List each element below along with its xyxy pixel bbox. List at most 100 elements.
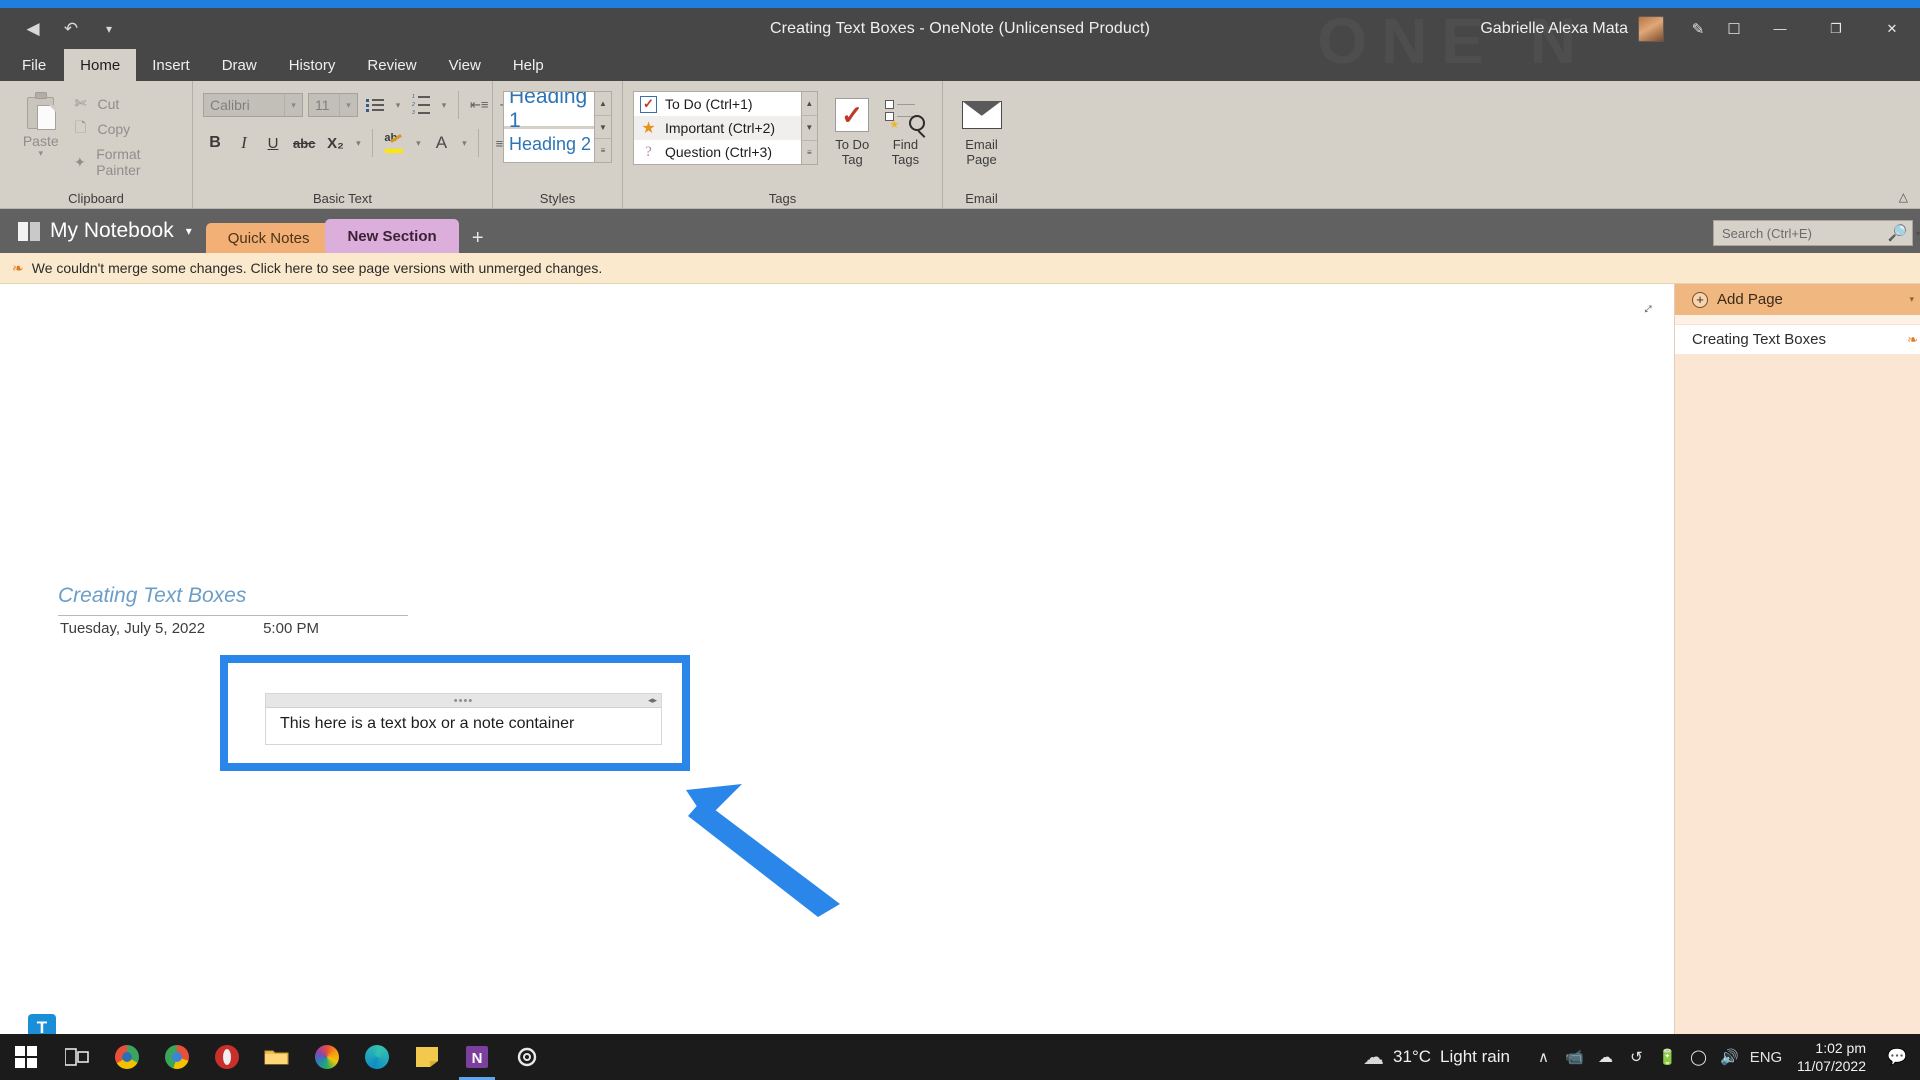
onedrive-icon[interactable]: ☁ — [1590, 1034, 1621, 1080]
file-explorer-icon[interactable] — [252, 1034, 302, 1080]
find-tags-button[interactable]: ★ Find Tags — [879, 91, 932, 167]
chevron-down-icon[interactable]: ▾ — [339, 94, 357, 116]
chrome-icon[interactable] — [152, 1034, 202, 1080]
ribbon-tab-insert[interactable]: Insert — [136, 49, 206, 81]
chevron-down-icon[interactable]: ▾ — [186, 224, 192, 238]
ribbon-tab-review[interactable]: Review — [351, 49, 432, 81]
clock[interactable]: 1:02 pm 11/07/2022 — [1787, 1039, 1880, 1075]
chrome-beta-icon[interactable] — [102, 1034, 152, 1080]
note-container-text[interactable]: This here is a text box or a note contai… — [266, 708, 661, 744]
resize-arrows-icon[interactable]: ◂▸ — [648, 695, 657, 706]
opera-icon[interactable] — [202, 1034, 252, 1080]
undo-icon[interactable]: ↶ — [56, 14, 86, 44]
add-page-button[interactable]: + Add Page ▾ — [1675, 284, 1920, 315]
minimize-button[interactable]: — — [1752, 8, 1808, 49]
tags-gallery[interactable]: ✓ To Do (Ctrl+1) ★ Important (Ctrl+2) ? … — [633, 91, 802, 165]
font-name-input[interactable]: Calibri ▾ — [203, 93, 303, 117]
ribbon-tab-file[interactable]: File — [0, 49, 64, 81]
tag-item-important[interactable]: ★ Important (Ctrl+2) — [634, 116, 801, 140]
start-button[interactable] — [0, 1034, 52, 1080]
note-container-grip[interactable]: •••• ◂▸ — [266, 694, 661, 708]
ribbon-tab-help[interactable]: Help — [497, 49, 560, 81]
cut-button[interactable]: ✄ Cut — [72, 95, 183, 112]
chevron-down-icon[interactable]: ▾ — [284, 94, 302, 116]
close-button[interactable]: ✕ — [1864, 8, 1920, 49]
paint-icon[interactable] — [302, 1034, 352, 1080]
tag-item-question[interactable]: ? Question (Ctrl+3) — [634, 140, 801, 164]
merge-warning-bar[interactable]: ❧ We couldn't merge some changes. Click … — [0, 253, 1920, 284]
to-do-tag-button[interactable]: ✓ To Do Tag — [826, 91, 879, 167]
font-color-caret-icon[interactable]: ▾ — [458, 138, 470, 149]
numbering-caret-icon[interactable]: ▾ — [438, 100, 450, 111]
tray-overflow-icon[interactable]: ∧ — [1528, 1034, 1559, 1080]
back-arrow-icon[interactable]: ◀ — [18, 14, 48, 44]
numbering-icon[interactable]: 1 2 3 — [409, 92, 433, 118]
font-color-icon[interactable]: A — [429, 130, 453, 156]
decrease-indent-icon[interactable]: ⇤≡ — [467, 92, 491, 118]
weather-widget[interactable]: ☁ 31°C Light rain — [1363, 1045, 1528, 1070]
font-size-input[interactable]: 11 ▾ — [308, 93, 358, 117]
collapse-ribbon-icon[interactable]: △ — [1899, 190, 1908, 204]
tags-more-icon[interactable]: ≡ — [802, 141, 817, 164]
ribbon-tab-history[interactable]: History — [273, 49, 352, 81]
add-section-button[interactable]: + — [461, 223, 495, 253]
battery-icon[interactable]: 🔋 — [1652, 1034, 1683, 1080]
notification-center-icon[interactable]: 💬 — [1880, 1034, 1914, 1080]
chevron-down-icon[interactable]: ▾ — [1909, 294, 1914, 305]
ribbon-tab-draw[interactable]: Draw — [206, 49, 273, 81]
paste-button[interactable]: Paste ▾ — [10, 87, 72, 158]
strikethrough-button[interactable]: abc — [290, 130, 318, 156]
subscript-caret-icon[interactable]: ▾ — [352, 138, 364, 149]
edge-icon[interactable] — [352, 1034, 402, 1080]
scroll-up-icon[interactable]: ▲ — [595, 92, 611, 116]
onenote-icon[interactable]: N — [452, 1034, 502, 1080]
text-highlight-icon[interactable]: ab — [381, 130, 407, 156]
page-canvas[interactable]: ↕ Creating Text Boxes Tuesday, July 5, 2… — [0, 284, 1674, 1048]
full-page-view-icon[interactable]: ↕ — [1639, 300, 1658, 318]
customize-quick-access-icon[interactable]: ▾ — [94, 14, 124, 44]
notebook-selector[interactable]: My Notebook ▾ — [0, 209, 206, 253]
avatar[interactable] — [1638, 15, 1664, 42]
page-title[interactable]: Creating Text Boxes — [58, 584, 408, 616]
language-indicator[interactable]: ENG — [1745, 1034, 1787, 1080]
highlight-caret-icon[interactable]: ▾ — [412, 138, 424, 149]
maximize-button[interactable]: ❐ — [1808, 8, 1864, 49]
meet-now-icon[interactable]: 📹 — [1559, 1034, 1590, 1080]
search-scope-caret-icon[interactable]: ▾ — [1916, 229, 1920, 238]
ribbon-tab-home[interactable]: Home — [64, 49, 137, 81]
account-name[interactable]: Gabrielle Alexa Mata — [1480, 20, 1638, 38]
underline-button[interactable]: U — [261, 130, 285, 156]
bullets-caret-icon[interactable]: ▾ — [392, 100, 404, 111]
bullets-icon[interactable] — [363, 92, 387, 118]
task-view-icon[interactable] — [52, 1034, 102, 1080]
wifi-icon[interactable]: ◯ — [1683, 1034, 1714, 1080]
email-page-button[interactable]: Email Page — [953, 91, 1010, 167]
style-heading-1[interactable]: Heading 1 — [504, 92, 594, 132]
settings-icon[interactable] — [502, 1034, 552, 1080]
sticky-notes-icon[interactable] — [402, 1034, 452, 1080]
tags-gallery-scrollbar[interactable]: ▲ ▼ ≡ — [801, 91, 818, 165]
help-icon[interactable]: ☐ — [1716, 8, 1752, 49]
section-tab-quick-notes[interactable]: Quick Notes — [205, 223, 332, 253]
windows-update-icon[interactable]: ↺ — [1621, 1034, 1652, 1080]
format-painter-button[interactable]: ✦ Format Painter — [72, 146, 183, 178]
scroll-down-icon[interactable]: ▼ — [801, 116, 817, 141]
tag-item-todo[interactable]: ✓ To Do (Ctrl+1) — [634, 92, 801, 116]
section-tab-new-section[interactable]: New Section — [325, 219, 459, 253]
styles-gallery[interactable]: Heading 1 Heading 2 — [503, 91, 595, 163]
bold-button[interactable]: B — [203, 130, 227, 156]
styles-more-icon[interactable]: ≡ — [595, 139, 611, 162]
subscript-button[interactable]: X₂ — [323, 130, 347, 156]
scroll-up-icon[interactable]: ▲ — [801, 92, 817, 117]
ribbon-tab-view[interactable]: View — [433, 49, 497, 81]
italic-button[interactable]: I — [232, 130, 256, 156]
styles-gallery-scrollbar[interactable]: ▲ ▼ ≡ — [595, 91, 612, 163]
volume-icon[interactable]: 🔊 — [1714, 1034, 1745, 1080]
ribbon-display-options-icon[interactable]: ✎ — [1680, 8, 1716, 49]
search-icon[interactable]: 🔍 — [1888, 223, 1908, 243]
scroll-down-icon[interactable]: ▼ — [595, 116, 611, 140]
page-list-item[interactable]: Creating Text Boxes ❧ — [1675, 324, 1920, 354]
search-input[interactable]: Search (Ctrl+E) 🔍 — [1712, 220, 1913, 246]
note-container[interactable]: •••• ◂▸ This here is a text box or a not… — [265, 693, 662, 745]
paste-caret[interactable]: ▾ — [38, 149, 43, 158]
